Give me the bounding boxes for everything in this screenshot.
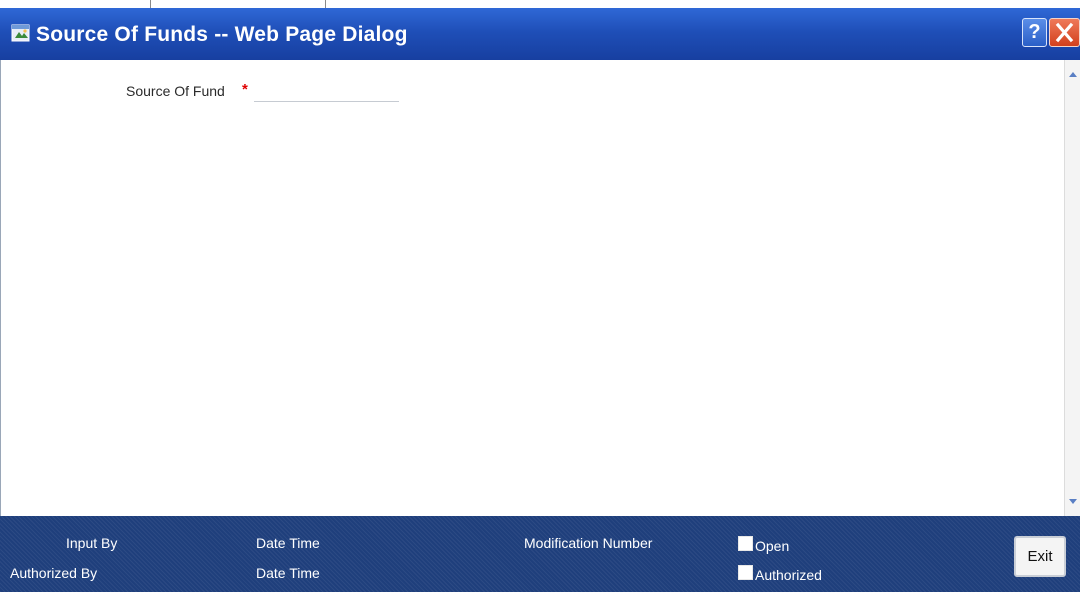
web-page-dialog-icon [11,24,30,42]
audit-footer: Input By Authorized By Date Time Date Ti… [0,516,1080,592]
scroll-down-arrow-icon[interactable] [1066,494,1080,508]
dialog-title: Source Of Funds -- Web Page Dialog [36,23,408,46]
top-edge-divider [150,0,151,8]
close-button[interactable] [1049,18,1080,47]
required-marker: * [242,81,248,98]
authorized-checkbox[interactable] [738,565,753,580]
modification-number-label: Modification Number [524,535,653,551]
help-button[interactable]: ? [1022,18,1047,47]
top-edge-divider [325,0,326,8]
input-by-label: Input By [66,535,118,551]
open-label: Open [755,538,790,554]
close-icon [1055,22,1074,43]
authorized-by-label: Authorized By [10,565,98,581]
dialog-content-area: Source Of Fund * [0,60,1064,516]
scroll-up-arrow-icon[interactable] [1066,68,1080,82]
vertical-scrollbar[interactable] [1064,60,1080,516]
window-top-edge [0,0,1080,8]
authorized-label: Authorized [755,567,822,583]
dialog-title-bar[interactable]: Source Of Funds -- Web Page Dialog ? [0,8,1080,60]
source-of-fund-input[interactable] [254,78,399,102]
open-checkbox[interactable] [738,536,753,551]
source-of-fund-label: Source Of Fund [126,83,225,99]
input-date-time-label: Date Time [256,535,320,551]
exit-button[interactable]: Exit [1014,536,1066,577]
authorized-date-time-label: Date Time [256,565,320,581]
